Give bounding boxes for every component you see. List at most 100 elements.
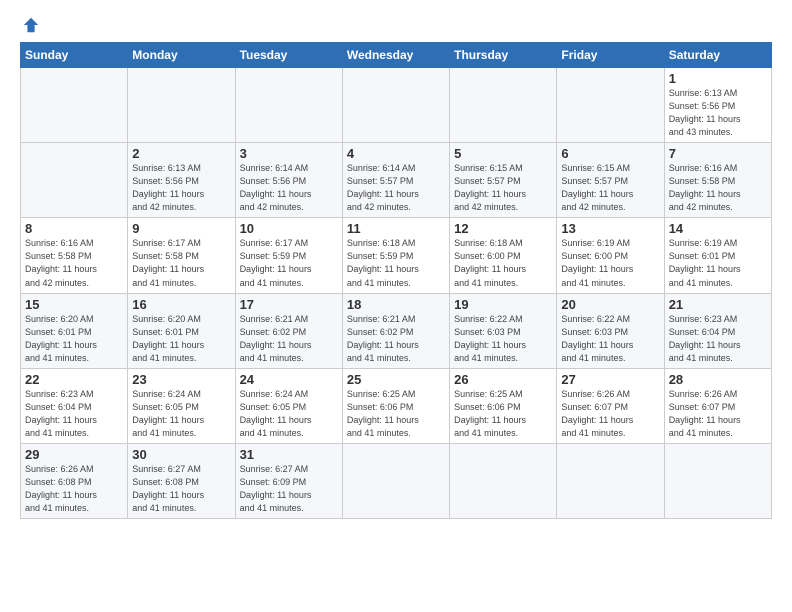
calendar-cell: 19 Sunrise: 6:22 AM Sunset: 6:03 PM Dayli… — [450, 293, 557, 368]
day-info: Sunrise: 6:27 AM Sunset: 6:08 PM Dayligh… — [132, 464, 204, 513]
day-number: 25 — [347, 372, 445, 387]
calendar-cell: 9Sunrise: 6:17 AM Sunset: 5:58 PM Daylig… — [128, 218, 235, 293]
calendar-cell — [450, 68, 557, 143]
day-info: Sunrise: 6:14 AM Sunset: 5:56 PM Dayligh… — [240, 163, 312, 212]
calendar-row: 15 Sunrise: 6:20 AM Sunset: 6:01 PM Dayli… — [21, 293, 772, 368]
calendar-cell: 1 Sunrise: 6:13 AM Sunset: 5:56 PM Daylig… — [664, 68, 771, 143]
day-number: 15 — [25, 297, 123, 312]
day-info: Sunrise: 6:15 AM Sunset: 5:57 PM Dayligh… — [561, 163, 633, 212]
calendar-cell — [235, 68, 342, 143]
calendar-cell: 13Sunrise: 6:19 AM Sunset: 6:00 PM Dayli… — [557, 218, 664, 293]
day-number: 14 — [669, 221, 767, 236]
day-info: Sunrise: 6:17 AM Sunset: 5:59 PM Dayligh… — [240, 238, 312, 287]
day-number: 31 — [240, 447, 338, 462]
day-info: Sunrise: 6:26 AM Sunset: 6:07 PM Dayligh… — [669, 389, 741, 438]
calendar-row: 29 Sunrise: 6:26 AM Sunset: 6:08 PM Dayli… — [21, 443, 772, 518]
calendar-cell: 29 Sunrise: 6:26 AM Sunset: 6:08 PM Dayli… — [21, 443, 128, 518]
day-info: Sunrise: 6:18 AM Sunset: 6:00 PM Dayligh… — [454, 238, 526, 287]
day-number: 4 — [347, 146, 445, 161]
day-number: 21 — [669, 297, 767, 312]
calendar-row: 2 Sunrise: 6:13 AM Sunset: 5:56 PM Daylig… — [21, 143, 772, 218]
calendar-row: 22 Sunrise: 6:23 AM Sunset: 6:04 PM Dayli… — [21, 368, 772, 443]
day-info: Sunrise: 6:21 AM Sunset: 6:02 PM Dayligh… — [240, 314, 312, 363]
calendar-cell: 16 Sunrise: 6:20 AM Sunset: 6:01 PM Dayli… — [128, 293, 235, 368]
day-number: 24 — [240, 372, 338, 387]
day-info: Sunrise: 6:22 AM Sunset: 6:03 PM Dayligh… — [454, 314, 526, 363]
calendar-cell: 25 Sunrise: 6:25 AM Sunset: 6:06 PM Dayli… — [342, 368, 449, 443]
day-info: Sunrise: 6:16 AM Sunset: 5:58 PM Dayligh… — [25, 238, 97, 287]
day-info: Sunrise: 6:23 AM Sunset: 6:04 PM Dayligh… — [669, 314, 741, 363]
calendar-cell: 8 Sunrise: 6:16 AM Sunset: 5:58 PM Daylig… — [21, 218, 128, 293]
day-info: Sunrise: 6:23 AM Sunset: 6:04 PM Dayligh… — [25, 389, 97, 438]
day-info: Sunrise: 6:26 AM Sunset: 6:07 PM Dayligh… — [561, 389, 633, 438]
calendar-cell: 5Sunrise: 6:15 AM Sunset: 5:57 PM Daylig… — [450, 143, 557, 218]
day-info: Sunrise: 6:24 AM Sunset: 6:05 PM Dayligh… — [132, 389, 204, 438]
day-number: 10 — [240, 221, 338, 236]
day-number: 29 — [25, 447, 123, 462]
day-info: Sunrise: 6:14 AM Sunset: 5:57 PM Dayligh… — [347, 163, 419, 212]
calendar-cell: 23 Sunrise: 6:24 AM Sunset: 6:05 PM Dayli… — [128, 368, 235, 443]
day-number: 1 — [669, 71, 767, 86]
day-info: Sunrise: 6:18 AM Sunset: 5:59 PM Dayligh… — [347, 238, 419, 287]
day-number: 18 — [347, 297, 445, 312]
page: SundayMondayTuesdayWednesdayThursdayFrid… — [0, 0, 792, 612]
day-info: Sunrise: 6:20 AM Sunset: 6:01 PM Dayligh… — [132, 314, 204, 363]
header — [20, 16, 772, 34]
day-number: 11 — [347, 221, 445, 236]
day-info: Sunrise: 6:27 AM Sunset: 6:09 PM Dayligh… — [240, 464, 312, 513]
calendar-row: 8 Sunrise: 6:16 AM Sunset: 5:58 PM Daylig… — [21, 218, 772, 293]
day-number: 22 — [25, 372, 123, 387]
calendar-cell — [342, 443, 449, 518]
header-day-saturday: Saturday — [664, 43, 771, 68]
calendar-cell: 12 Sunrise: 6:18 AM Sunset: 6:00 PM Dayli… — [450, 218, 557, 293]
calendar-cell: 6Sunrise: 6:15 AM Sunset: 5:57 PM Daylig… — [557, 143, 664, 218]
header-day-thursday: Thursday — [450, 43, 557, 68]
day-number: 8 — [25, 221, 123, 236]
day-number: 16 — [132, 297, 230, 312]
day-number: 30 — [132, 447, 230, 462]
day-number: 17 — [240, 297, 338, 312]
day-number: 20 — [561, 297, 659, 312]
calendar-cell: 15Sunrise: 6:20 AM Sunset: 6:01 PM Dayli… — [21, 293, 128, 368]
day-number: 27 — [561, 372, 659, 387]
day-info: Sunrise: 6:26 AM Sunset: 6:08 PM Dayligh… — [25, 464, 97, 513]
day-number: 12 — [454, 221, 552, 236]
calendar-cell: 27 Sunrise: 6:26 AM Sunset: 6:07 PM Dayli… — [557, 368, 664, 443]
day-number: 19 — [454, 297, 552, 312]
calendar-cell: 3 Sunrise: 6:14 AM Sunset: 5:56 PM Daylig… — [235, 143, 342, 218]
day-number: 3 — [240, 146, 338, 161]
calendar-table: SundayMondayTuesdayWednesdayThursdayFrid… — [20, 42, 772, 519]
calendar-cell: 21 Sunrise: 6:23 AM Sunset: 6:04 PM Dayli… — [664, 293, 771, 368]
calendar-cell: 11 Sunrise: 6:18 AM Sunset: 5:59 PM Dayli… — [342, 218, 449, 293]
calendar-cell: 7 Sunrise: 6:16 AM Sunset: 5:58 PM Daylig… — [664, 143, 771, 218]
calendar-cell: 30 Sunrise: 6:27 AM Sunset: 6:08 PM Dayli… — [128, 443, 235, 518]
day-number: 28 — [669, 372, 767, 387]
calendar-cell: 26Sunrise: 6:25 AM Sunset: 6:06 PM Dayli… — [450, 368, 557, 443]
calendar-cell: 28 Sunrise: 6:26 AM Sunset: 6:07 PM Dayli… — [664, 368, 771, 443]
calendar-cell: 17 Sunrise: 6:21 AM Sunset: 6:02 PM Dayli… — [235, 293, 342, 368]
day-info: Sunrise: 6:25 AM Sunset: 6:06 PM Dayligh… — [347, 389, 419, 438]
calendar-cell — [342, 68, 449, 143]
day-number: 7 — [669, 146, 767, 161]
calendar-cell: 10 Sunrise: 6:17 AM Sunset: 5:59 PM Dayli… — [235, 218, 342, 293]
calendar-cell: 22 Sunrise: 6:23 AM Sunset: 6:04 PM Dayli… — [21, 368, 128, 443]
calendar-cell — [664, 443, 771, 518]
day-number: 2 — [132, 146, 230, 161]
calendar-cell: 18Sunrise: 6:21 AM Sunset: 6:02 PM Dayli… — [342, 293, 449, 368]
calendar-cell — [557, 443, 664, 518]
day-info: Sunrise: 6:24 AM Sunset: 6:05 PM Dayligh… — [240, 389, 312, 438]
calendar-cell: 20Sunrise: 6:22 AM Sunset: 6:03 PM Dayli… — [557, 293, 664, 368]
day-info: Sunrise: 6:13 AM Sunset: 5:56 PM Dayligh… — [132, 163, 204, 212]
header-day-tuesday: Tuesday — [235, 43, 342, 68]
header-day-wednesday: Wednesday — [342, 43, 449, 68]
calendar-cell — [128, 68, 235, 143]
calendar-header-row: SundayMondayTuesdayWednesdayThursdayFrid… — [21, 43, 772, 68]
calendar-cell — [450, 443, 557, 518]
calendar-cell — [557, 68, 664, 143]
header-day-friday: Friday — [557, 43, 664, 68]
day-info: Sunrise: 6:16 AM Sunset: 5:58 PM Dayligh… — [669, 163, 741, 212]
day-info: Sunrise: 6:13 AM Sunset: 5:56 PM Dayligh… — [669, 88, 741, 137]
logo-icon — [22, 16, 40, 34]
calendar-cell — [21, 68, 128, 143]
day-number: 23 — [132, 372, 230, 387]
